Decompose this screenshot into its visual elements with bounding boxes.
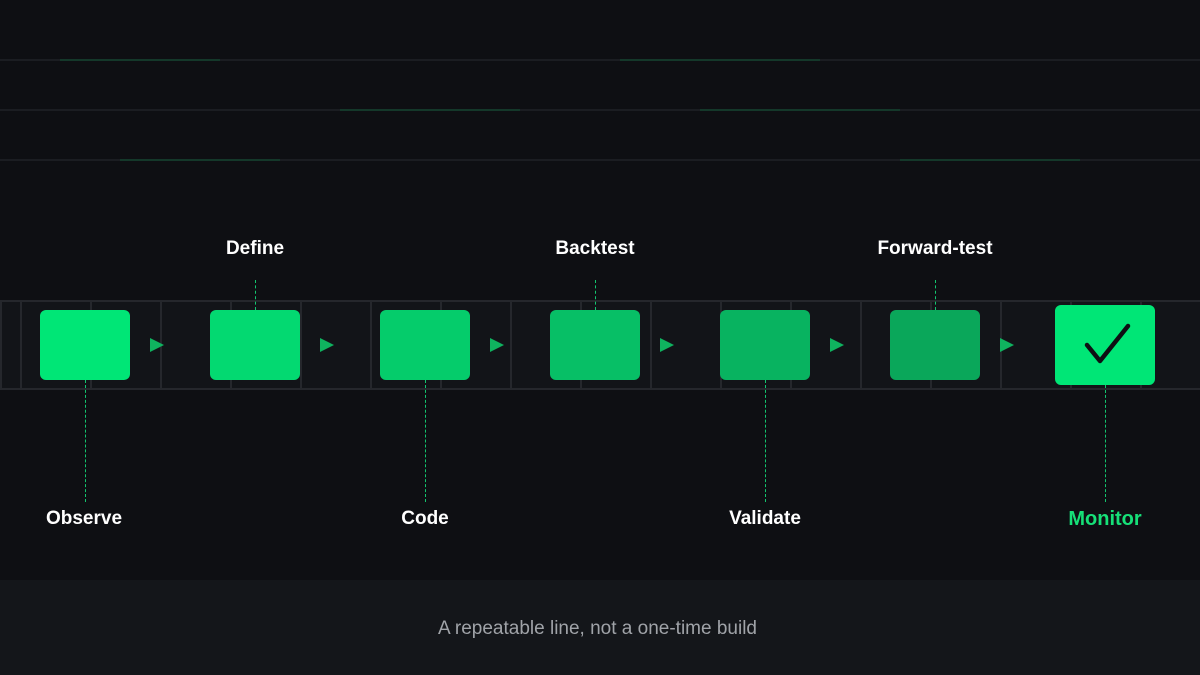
background-line — [0, 109, 1200, 111]
stage-box-define — [210, 310, 300, 380]
caption: A repeatable line, not a one-time build — [438, 618, 757, 639]
stage-label-forward-test: Forward-test — [877, 238, 993, 259]
belt-slat — [860, 300, 862, 390]
arrow-right-icon — [830, 338, 844, 352]
checkmark-icon — [1084, 323, 1131, 364]
stage-label-backtest: Backtest — [555, 238, 635, 259]
belt-slat — [510, 300, 512, 390]
stage-label-observe: Observe — [45, 508, 123, 529]
background-accent-line — [60, 59, 220, 61]
background-accent-line — [900, 159, 1080, 161]
stage-box-validate — [720, 310, 810, 380]
stage-box-code — [380, 310, 470, 380]
arrow-right-icon — [660, 338, 674, 352]
connector-line — [85, 380, 86, 502]
stage-box-monitor — [1055, 305, 1155, 385]
belt-slat — [370, 300, 372, 390]
stage-box-observe — [40, 310, 130, 380]
belt-slat — [0, 300, 2, 390]
arrow-right-icon — [1000, 338, 1014, 352]
arrow-right-icon — [150, 338, 164, 352]
arrow-right-icon — [490, 338, 504, 352]
connector-line — [595, 280, 596, 310]
belt-slat — [650, 300, 652, 390]
connector-line — [935, 280, 936, 310]
background-accent-line — [120, 159, 280, 161]
stage-box-forward-test — [890, 310, 980, 380]
stage-label-validate: Validate — [729, 508, 801, 529]
connector-line — [765, 380, 766, 502]
belt-slat — [20, 300, 22, 390]
connector-line — [255, 280, 256, 310]
connector-line — [1105, 385, 1106, 502]
stage-label-monitor: Monitor — [1068, 508, 1142, 530]
stage-label-define: Define — [225, 238, 285, 259]
belt-slat — [300, 300, 302, 390]
background-accent-line — [340, 109, 520, 111]
background-accent-line — [620, 59, 820, 61]
background-accent-line — [700, 109, 900, 111]
stage-label-code: Code — [401, 508, 449, 529]
connector-line — [425, 380, 426, 502]
stage-box-backtest — [550, 310, 640, 380]
arrow-right-icon — [320, 338, 334, 352]
